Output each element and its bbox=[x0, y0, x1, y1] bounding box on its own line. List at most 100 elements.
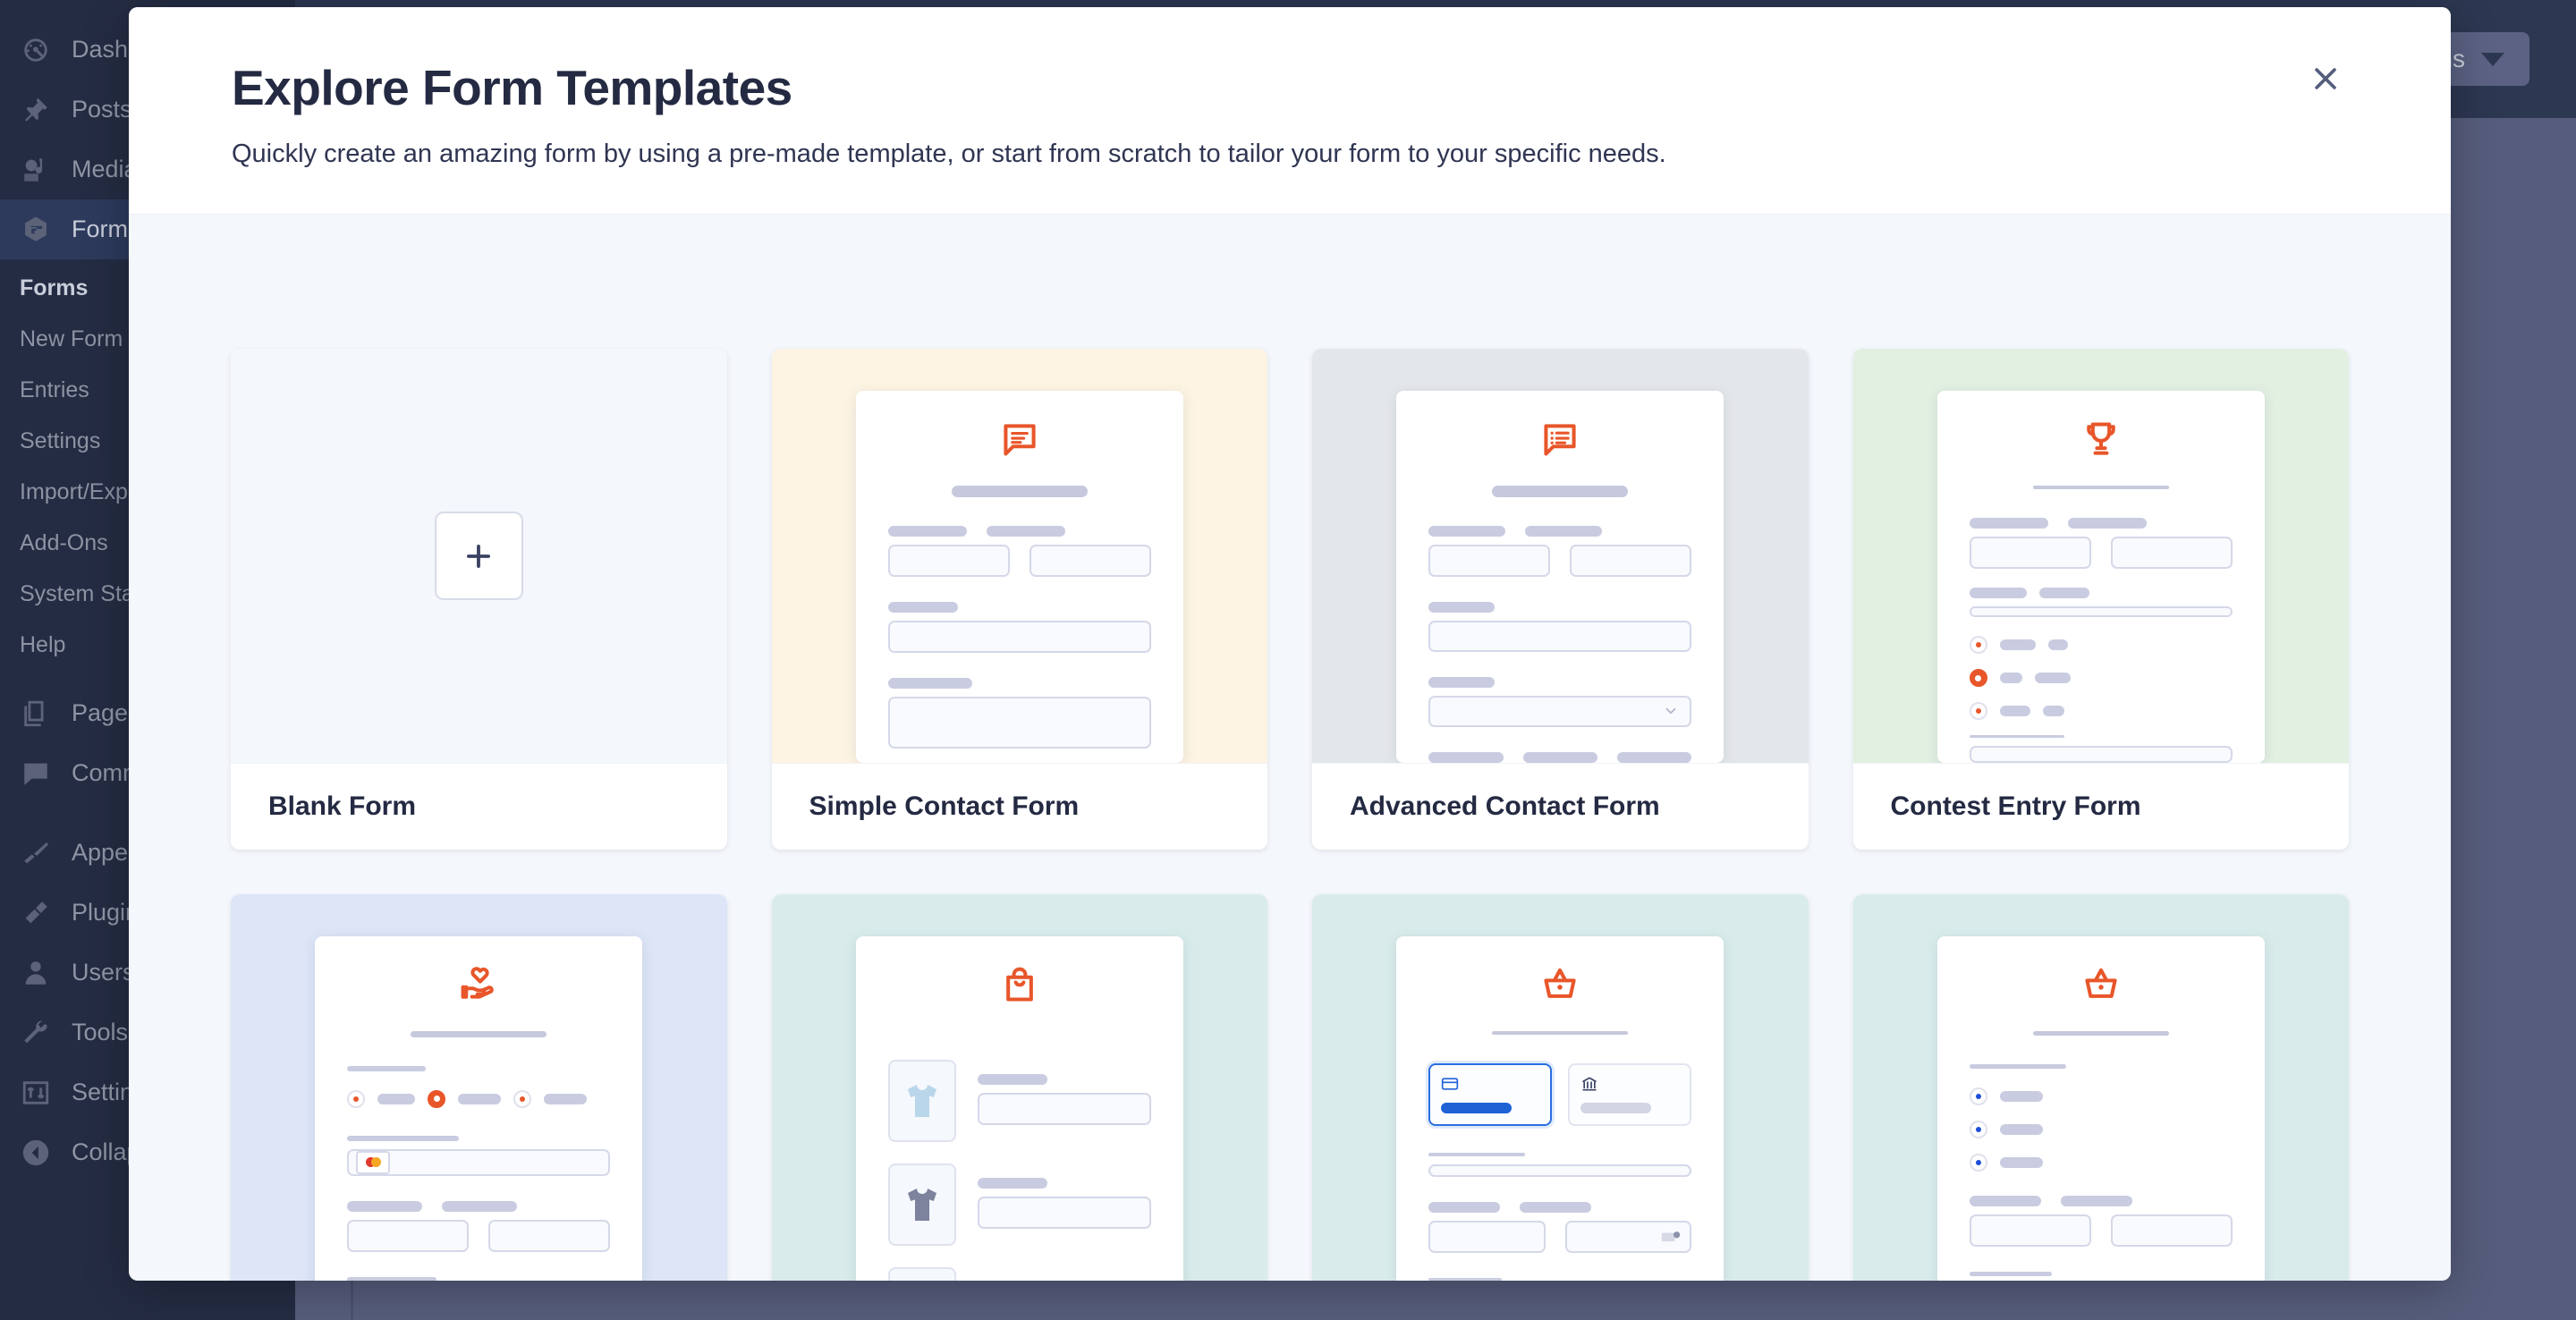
mockup-input bbox=[1428, 1163, 1692, 1177]
mockup-title-bar bbox=[1492, 486, 1629, 497]
mockup-radio-option bbox=[1969, 1087, 2233, 1106]
mockup-textarea bbox=[887, 697, 1151, 749]
shopping-bag-icon bbox=[888, 965, 1151, 1004]
template-preview bbox=[1852, 894, 2349, 1281]
form-mockup bbox=[1396, 391, 1724, 763]
mockup-input bbox=[1428, 620, 1692, 652]
template-preview bbox=[1852, 349, 2349, 763]
template-card-label: Contest Entry Form bbox=[1852, 763, 2349, 850]
radio-icon bbox=[1969, 702, 1987, 721]
plus-icon bbox=[467, 544, 491, 568]
add-blank-form-button[interactable] bbox=[434, 512, 523, 600]
template-preview bbox=[771, 349, 1267, 763]
template-card-product-order-form[interactable] bbox=[771, 894, 1267, 1281]
mockup-title-bar bbox=[1492, 1031, 1629, 1035]
mockup-radio-option bbox=[1969, 1154, 2233, 1172]
template-card-advanced-contact-form[interactable]: Advanced Contact Form bbox=[1312, 349, 1809, 850]
mockup-title-bar bbox=[2032, 1031, 2169, 1037]
radio-icon bbox=[1969, 1121, 1987, 1139]
template-preview bbox=[1312, 894, 1809, 1281]
template-preview bbox=[1312, 349, 1809, 763]
template-card-label: Simple Contact Form bbox=[771, 763, 1267, 850]
template-card-order-options-form[interactable] bbox=[1852, 894, 2349, 1281]
shoes-icon bbox=[887, 1267, 956, 1281]
mockup-product-row bbox=[887, 1060, 1151, 1142]
mockup-label-row bbox=[1969, 1196, 2233, 1207]
form-mockup bbox=[1396, 936, 1724, 1281]
payment-method-label-bar bbox=[1441, 1102, 1513, 1113]
template-gallery[interactable]: Blank Form Simple Contact Form Advanced … bbox=[129, 275, 2451, 1281]
template-card-donation-form[interactable] bbox=[231, 894, 727, 1281]
payment-method-bank bbox=[1568, 1062, 1692, 1126]
template-card-contest-entry-form[interactable]: Contest Entry Form bbox=[1852, 349, 2349, 850]
form-mockup bbox=[1936, 936, 2265, 1281]
bank-icon bbox=[1580, 1074, 1679, 1094]
mastercard-icon bbox=[356, 1150, 391, 1174]
mockup-footer-row bbox=[1428, 752, 1692, 763]
radio-selected-icon bbox=[1969, 669, 1987, 688]
mockup-label bbox=[1428, 601, 1496, 613]
template-card-checkout-payment-form[interactable] bbox=[1312, 894, 1809, 1281]
mockup-input bbox=[887, 621, 1151, 653]
template-preview bbox=[771, 894, 1267, 1281]
mockup-label-row bbox=[1969, 517, 2233, 529]
mockup-label-row bbox=[347, 1200, 610, 1212]
speech-bubble-lines-icon bbox=[888, 419, 1151, 459]
tshirt-light-icon bbox=[887, 1060, 956, 1142]
form-mockup bbox=[1936, 391, 2265, 763]
mockup-input-row bbox=[1969, 1214, 2233, 1248]
mockup-radio-group bbox=[347, 1089, 610, 1108]
mockup-textarea bbox=[1969, 746, 2233, 763]
page-title: Explore Form Templates bbox=[232, 60, 792, 115]
mockup-payment-methods bbox=[1428, 1062, 1692, 1126]
form-mockup bbox=[855, 391, 1183, 763]
shopping-basket-icon bbox=[1970, 965, 2233, 1004]
trophy-icon bbox=[1970, 419, 2233, 459]
mockup-label-row bbox=[887, 526, 1151, 537]
modal-overlay[interactable]: Explore Form Templates Quickly create an… bbox=[0, 0, 2576, 1320]
mockup-radio-option bbox=[1969, 702, 2233, 721]
radio-selected-icon bbox=[428, 1089, 446, 1108]
mockup-radio-option bbox=[1969, 1121, 2233, 1139]
radio-icon bbox=[1969, 1087, 1987, 1106]
modal-subtitle: Quickly create an amazing form by using … bbox=[232, 140, 1666, 168]
mockup-input-row bbox=[1428, 1220, 1692, 1253]
mockup-input-row bbox=[347, 1219, 611, 1252]
payment-method-label-bar bbox=[1580, 1102, 1652, 1113]
mockup-input-row bbox=[1969, 536, 2233, 569]
mockup-label bbox=[1428, 1152, 1526, 1156]
mockup-input-row bbox=[887, 545, 1151, 577]
hand-heart-icon bbox=[347, 965, 610, 1004]
close-button[interactable] bbox=[2301, 54, 2351, 104]
mockup-input-row bbox=[1428, 544, 1692, 577]
radio-icon bbox=[347, 1089, 366, 1108]
template-card-blank-form[interactable]: Blank Form bbox=[231, 349, 727, 850]
mockup-label bbox=[347, 1276, 437, 1281]
mockup-label bbox=[1969, 735, 2064, 739]
radio-icon bbox=[1969, 1154, 1987, 1172]
mockup-product-row bbox=[887, 1163, 1151, 1246]
mockup-title-bar bbox=[2032, 486, 2169, 489]
close-icon bbox=[2315, 68, 2336, 89]
mockup-label bbox=[347, 1135, 460, 1141]
template-card-label: Blank Form bbox=[231, 763, 727, 850]
mockup-label bbox=[347, 1065, 427, 1071]
radio-icon bbox=[513, 1089, 532, 1108]
radio-icon bbox=[1969, 636, 1987, 655]
mockup-cvv-input bbox=[1565, 1220, 1692, 1253]
mockup-title-bar bbox=[411, 1031, 547, 1037]
mockup-label bbox=[1428, 676, 1496, 688]
speech-bubble-list-icon bbox=[1428, 419, 1691, 459]
mockup-input bbox=[1969, 605, 2233, 618]
template-card-simple-contact-form[interactable]: Simple Contact Form bbox=[771, 349, 1267, 850]
mockup-card-field bbox=[347, 1148, 611, 1176]
mockup-radio-option-selected bbox=[1969, 669, 2233, 688]
payment-method-card-selected bbox=[1428, 1062, 1553, 1126]
modal-header: Explore Form Templates Quickly create an… bbox=[129, 7, 2451, 215]
mockup-label-row bbox=[1428, 1201, 1691, 1213]
template-preview bbox=[231, 894, 727, 1281]
mockup-product-meta bbox=[978, 1267, 1151, 1281]
mockup-label-pair bbox=[1969, 587, 2233, 598]
mockup-label bbox=[1969, 1272, 2052, 1277]
mockup-product-meta bbox=[977, 1060, 1151, 1125]
